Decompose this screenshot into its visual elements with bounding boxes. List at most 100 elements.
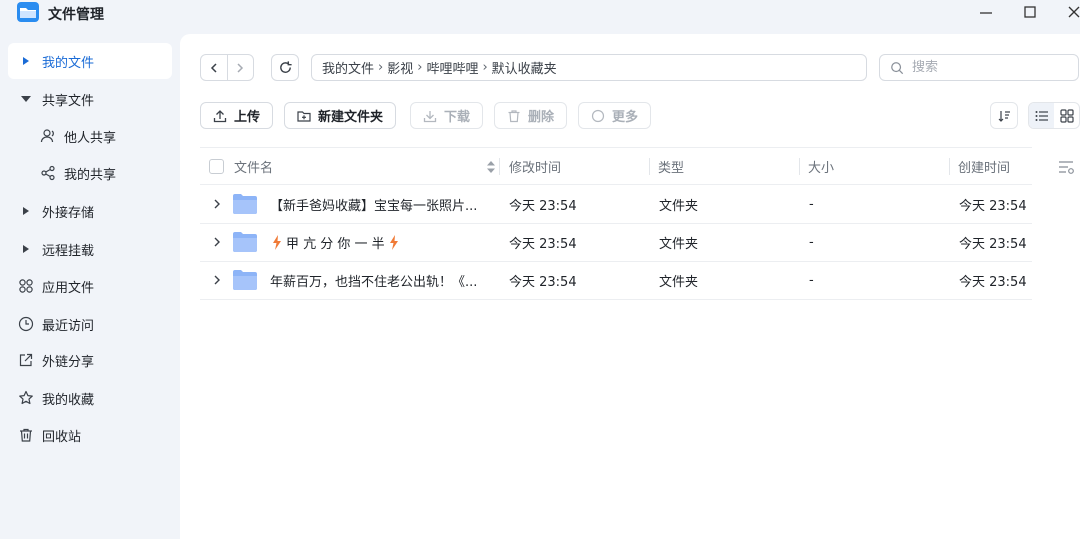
- caret-right-icon: [18, 203, 34, 219]
- modified-time: 今天 23:54: [509, 199, 577, 214]
- file-name[interactable]: 年薪百万，也挡不住老公出轨！《...: [270, 262, 496, 299]
- upload-icon: [213, 109, 227, 122]
- minimize-icon[interactable]: [976, 3, 996, 21]
- column-divider[interactable]: [949, 158, 950, 175]
- forward-button[interactable]: [226, 55, 254, 80]
- list-view-button[interactable]: [1029, 103, 1054, 128]
- clock-icon: [18, 316, 34, 332]
- sort-updown-icon[interactable]: [486, 160, 496, 174]
- sidebar-item-link-share[interactable]: 外链分享: [8, 342, 172, 378]
- file-type: 文件夹: [659, 237, 699, 252]
- breadcrumb-item-my-files[interactable]: 我的文件: [322, 58, 374, 77]
- column-settings-icon[interactable]: [1057, 159, 1075, 175]
- column-divider[interactable]: [649, 158, 650, 175]
- sidebar-item-my-files[interactable]: 我的文件: [8, 43, 172, 79]
- sidebar-item-label: 最近访问: [42, 318, 95, 334]
- folder-icon: [233, 194, 257, 214]
- header-type[interactable]: 类型: [658, 148, 684, 185]
- file-size: -: [809, 235, 814, 250]
- more-button[interactable]: 更多: [578, 102, 652, 129]
- external-link-icon: [18, 352, 34, 368]
- sidebar-item-recent[interactable]: 最近访问: [8, 306, 172, 342]
- created-time: 今天 23:54: [959, 275, 1027, 290]
- breadcrumb-item-video[interactable]: 影视: [387, 58, 413, 77]
- header-modified[interactable]: 修改时间: [509, 148, 561, 185]
- sidebar-item-remote-mount[interactable]: 远程挂载: [8, 231, 172, 267]
- user-share-icon: [40, 128, 56, 144]
- sidebar-item-shared-files[interactable]: 共享文件: [8, 81, 172, 117]
- sidebar-item-favorites[interactable]: 我的收藏: [8, 380, 172, 416]
- sidebar-item-label: 我的收藏: [42, 392, 95, 408]
- chevron-right-icon: ›: [482, 60, 488, 75]
- caret-down-icon: [18, 91, 34, 107]
- sidebar-item-recycle-bin[interactable]: 回收站: [8, 417, 172, 453]
- chevron-right-icon[interactable]: [212, 198, 222, 210]
- app-title: 文件管理: [48, 7, 104, 23]
- modified-time: 今天 23:54: [509, 237, 577, 252]
- sidebar-item-app-files[interactable]: 应用文件: [8, 268, 172, 304]
- file-type: 文件夹: [659, 199, 699, 214]
- download-icon: [423, 110, 437, 122]
- apps-grid-icon: [18, 278, 34, 294]
- search-icon: [891, 61, 904, 74]
- close-icon[interactable]: [1064, 3, 1080, 21]
- chevron-right-icon: [237, 62, 244, 73]
- sidebar-item-label: 我的文件: [42, 55, 95, 71]
- sidebar-item-label: 共享文件: [42, 93, 95, 109]
- chevron-right-icon[interactable]: [212, 274, 222, 286]
- breadcrumb-item-bilibili[interactable]: 哔哩哔哩: [426, 58, 478, 77]
- sort-button[interactable]: [990, 102, 1018, 129]
- view-toggle: [1028, 102, 1080, 129]
- modified-time: 今天 23:54: [509, 275, 577, 290]
- trash-icon: [18, 427, 34, 443]
- lightning-icon: [273, 235, 281, 250]
- search-box[interactable]: [879, 54, 1079, 81]
- sidebar-item-external-storage[interactable]: 外接存储: [8, 193, 172, 229]
- sidebar: 我的文件 共享文件 他人共享 我的共享 外接存储 远程挂载 应用文件 最近访问 …: [0, 36, 180, 539]
- file-name-cell[interactable]: 甲 亢 分 你 一 半: [272, 224, 498, 261]
- chevron-right-icon: ›: [417, 60, 423, 75]
- created-time: 今天 23:54: [959, 199, 1027, 214]
- header-name[interactable]: 文件名: [234, 148, 273, 185]
- chevron-left-icon: [210, 62, 217, 73]
- sidebar-item-label: 回收站: [42, 429, 82, 445]
- folder-icon: [233, 232, 257, 252]
- file-manager-app-icon: [17, 2, 39, 22]
- chevron-right-icon[interactable]: [212, 236, 222, 248]
- upload-button[interactable]: 上传: [200, 102, 274, 129]
- sidebar-item-my-shares[interactable]: 我的共享: [8, 155, 172, 191]
- history-nav: [200, 54, 254, 81]
- sort-icon: [998, 110, 1010, 122]
- refresh-icon: [279, 61, 292, 73]
- back-button[interactable]: [201, 55, 227, 80]
- main-panel: 我的文件 › 影视 › 哔哩哔哩 › 默认收藏夹 上传 新建文件夹 下载 删除 …: [180, 34, 1080, 539]
- column-divider[interactable]: [799, 158, 800, 175]
- column-divider[interactable]: [499, 158, 500, 175]
- caret-right-icon: [18, 53, 34, 69]
- file-size: -: [809, 197, 814, 212]
- maximize-icon[interactable]: [1020, 3, 1040, 21]
- sidebar-item-label: 他人共享: [64, 130, 117, 146]
- table-row[interactable]: 甲 亢 分 你 一 半 今天 23:54 文件夹 - 今天 23:54: [200, 224, 1032, 262]
- download-button[interactable]: 下载: [410, 102, 484, 129]
- caret-right-icon: [18, 241, 34, 257]
- search-input[interactable]: [910, 59, 1064, 76]
- file-name[interactable]: 【新手爸妈收藏】宝宝每一张照片...: [270, 186, 496, 223]
- select-all-checkbox[interactable]: [209, 148, 224, 185]
- sidebar-item-shared-with-me[interactable]: 他人共享: [8, 118, 172, 154]
- created-time: 今天 23:54: [959, 237, 1027, 252]
- table-row[interactable]: 【新手爸妈收藏】宝宝每一张照片... 今天 23:54 文件夹 - 今天 23:…: [200, 186, 1032, 224]
- delete-button[interactable]: 删除: [494, 102, 568, 129]
- breadcrumb: 我的文件 › 影视 › 哔哩哔哩 › 默认收藏夹: [311, 54, 867, 81]
- breadcrumb-item-default-favorites[interactable]: 默认收藏夹: [492, 58, 557, 77]
- new-folder-button[interactable]: 新建文件夹: [284, 102, 397, 129]
- file-type: 文件夹: [659, 275, 699, 290]
- header-size[interactable]: 大小: [808, 148, 834, 185]
- grid-view-button[interactable]: [1054, 103, 1079, 128]
- table-row[interactable]: 年薪百万，也挡不住老公出轨！《... 今天 23:54 文件夹 - 今天 23:…: [200, 262, 1032, 300]
- sidebar-item-label: 外接存储: [42, 205, 95, 221]
- trash-icon: [508, 109, 520, 122]
- header-created[interactable]: 创建时间: [958, 148, 1010, 185]
- table-header: 文件名 修改时间 类型 大小 创建时间: [200, 147, 1032, 185]
- refresh-button[interactable]: [271, 54, 299, 81]
